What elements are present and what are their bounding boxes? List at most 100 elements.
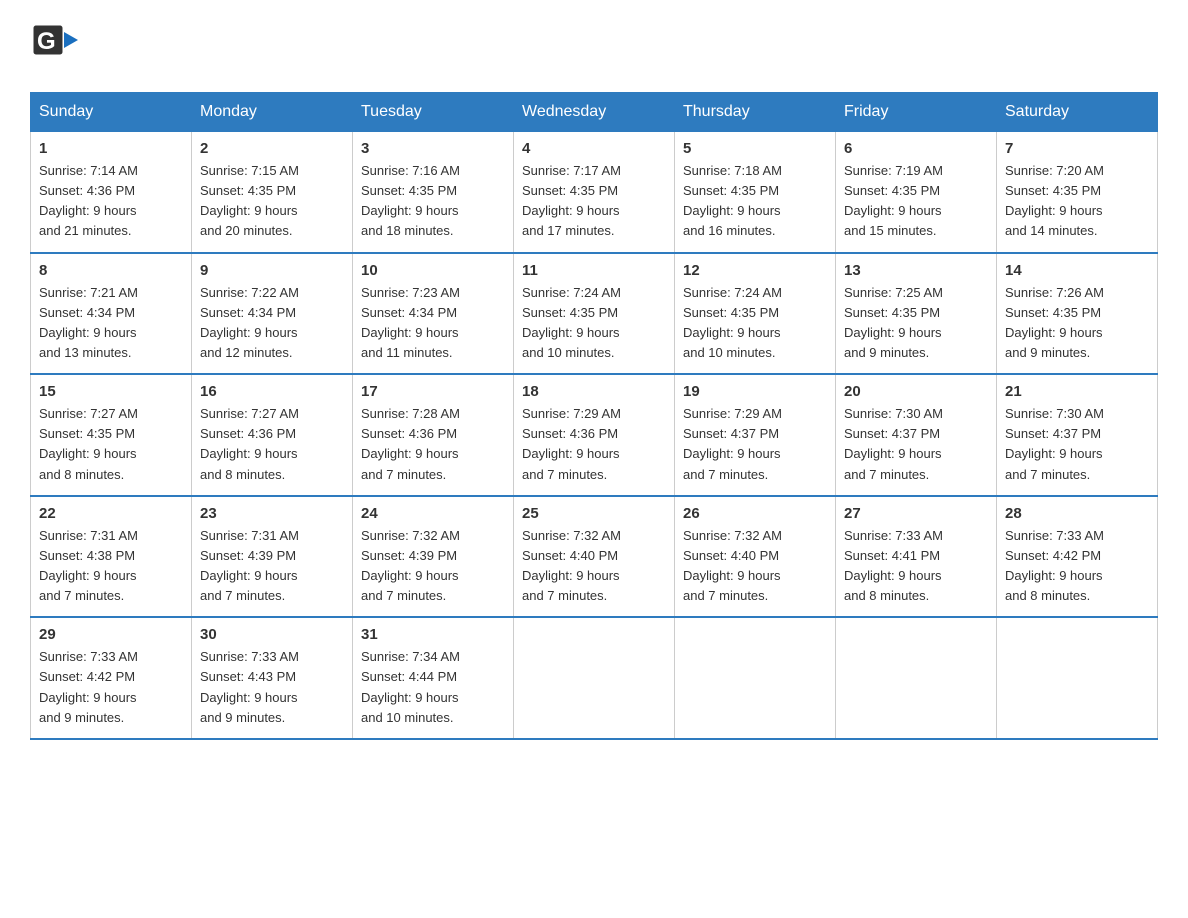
day-number: 17 xyxy=(361,383,505,400)
sun-info: Sunrise: 7:20 AM Sunset: 4:35 PM Dayligh… xyxy=(1005,161,1149,242)
calendar-day-cell: 13 Sunrise: 7:25 AM Sunset: 4:35 PM Dayl… xyxy=(836,253,997,375)
day-number: 13 xyxy=(844,262,988,279)
calendar-day-cell: 16 Sunrise: 7:27 AM Sunset: 4:36 PM Dayl… xyxy=(192,374,353,496)
calendar-day-cell: 27 Sunrise: 7:33 AM Sunset: 4:41 PM Dayl… xyxy=(836,496,997,618)
sun-info: Sunrise: 7:17 AM Sunset: 4:35 PM Dayligh… xyxy=(522,161,666,242)
sun-info: Sunrise: 7:31 AM Sunset: 4:38 PM Dayligh… xyxy=(39,526,183,607)
svg-text:G: G xyxy=(37,28,56,55)
sun-info: Sunrise: 7:31 AM Sunset: 4:39 PM Dayligh… xyxy=(200,526,344,607)
calendar-day-cell: 26 Sunrise: 7:32 AM Sunset: 4:40 PM Dayl… xyxy=(675,496,836,618)
sun-info: Sunrise: 7:28 AM Sunset: 4:36 PM Dayligh… xyxy=(361,404,505,485)
calendar-week-row: 22 Sunrise: 7:31 AM Sunset: 4:38 PM Dayl… xyxy=(31,496,1158,618)
sun-info: Sunrise: 7:30 AM Sunset: 4:37 PM Dayligh… xyxy=(1005,404,1149,485)
calendar-day-cell: 10 Sunrise: 7:23 AM Sunset: 4:34 PM Dayl… xyxy=(353,253,514,375)
weekday-header-sunday: Sunday xyxy=(31,93,192,132)
calendar-day-cell: 24 Sunrise: 7:32 AM Sunset: 4:39 PM Dayl… xyxy=(353,496,514,618)
day-number: 23 xyxy=(200,505,344,522)
calendar-day-cell: 9 Sunrise: 7:22 AM Sunset: 4:34 PM Dayli… xyxy=(192,253,353,375)
calendar-day-cell xyxy=(675,617,836,739)
calendar-day-cell: 4 Sunrise: 7:17 AM Sunset: 4:35 PM Dayli… xyxy=(514,132,675,253)
sun-info: Sunrise: 7:33 AM Sunset: 4:43 PM Dayligh… xyxy=(200,647,344,728)
logo-icon: G xyxy=(30,20,84,74)
day-number: 9 xyxy=(200,262,344,279)
calendar-week-row: 29 Sunrise: 7:33 AM Sunset: 4:42 PM Dayl… xyxy=(31,617,1158,739)
calendar-day-cell: 21 Sunrise: 7:30 AM Sunset: 4:37 PM Dayl… xyxy=(997,374,1158,496)
calendar-day-cell: 18 Sunrise: 7:29 AM Sunset: 4:36 PM Dayl… xyxy=(514,374,675,496)
day-number: 27 xyxy=(844,505,988,522)
calendar-day-cell: 6 Sunrise: 7:19 AM Sunset: 4:35 PM Dayli… xyxy=(836,132,997,253)
sun-info: Sunrise: 7:34 AM Sunset: 4:44 PM Dayligh… xyxy=(361,647,505,728)
weekday-header-monday: Monday xyxy=(192,93,353,132)
sun-info: Sunrise: 7:16 AM Sunset: 4:35 PM Dayligh… xyxy=(361,161,505,242)
day-number: 29 xyxy=(39,626,183,643)
sun-info: Sunrise: 7:24 AM Sunset: 4:35 PM Dayligh… xyxy=(522,283,666,364)
day-number: 24 xyxy=(361,505,505,522)
sun-info: Sunrise: 7:33 AM Sunset: 4:42 PM Dayligh… xyxy=(39,647,183,728)
day-number: 28 xyxy=(1005,505,1149,522)
sun-info: Sunrise: 7:33 AM Sunset: 4:42 PM Dayligh… xyxy=(1005,526,1149,607)
page-header: G xyxy=(30,20,1158,74)
day-number: 14 xyxy=(1005,262,1149,279)
sun-info: Sunrise: 7:30 AM Sunset: 4:37 PM Dayligh… xyxy=(844,404,988,485)
calendar-day-cell: 20 Sunrise: 7:30 AM Sunset: 4:37 PM Dayl… xyxy=(836,374,997,496)
sun-info: Sunrise: 7:24 AM Sunset: 4:35 PM Dayligh… xyxy=(683,283,827,364)
calendar-day-cell: 1 Sunrise: 7:14 AM Sunset: 4:36 PM Dayli… xyxy=(31,132,192,253)
day-number: 5 xyxy=(683,140,827,157)
calendar-table: SundayMondayTuesdayWednesdayThursdayFrid… xyxy=(30,92,1158,740)
calendar-day-cell: 15 Sunrise: 7:27 AM Sunset: 4:35 PM Dayl… xyxy=(31,374,192,496)
calendar-day-cell: 14 Sunrise: 7:26 AM Sunset: 4:35 PM Dayl… xyxy=(997,253,1158,375)
calendar-day-cell: 17 Sunrise: 7:28 AM Sunset: 4:36 PM Dayl… xyxy=(353,374,514,496)
day-number: 21 xyxy=(1005,383,1149,400)
sun-info: Sunrise: 7:33 AM Sunset: 4:41 PM Dayligh… xyxy=(844,526,988,607)
day-number: 12 xyxy=(683,262,827,279)
weekday-header-tuesday: Tuesday xyxy=(353,93,514,132)
calendar-week-row: 15 Sunrise: 7:27 AM Sunset: 4:35 PM Dayl… xyxy=(31,374,1158,496)
logo-area: G xyxy=(30,20,84,74)
day-number: 3 xyxy=(361,140,505,157)
calendar-day-cell: 3 Sunrise: 7:16 AM Sunset: 4:35 PM Dayli… xyxy=(353,132,514,253)
weekday-header-thursday: Thursday xyxy=(675,93,836,132)
sun-info: Sunrise: 7:23 AM Sunset: 4:34 PM Dayligh… xyxy=(361,283,505,364)
calendar-day-cell: 30 Sunrise: 7:33 AM Sunset: 4:43 PM Dayl… xyxy=(192,617,353,739)
day-number: 30 xyxy=(200,626,344,643)
weekday-header-row: SundayMondayTuesdayWednesdayThursdayFrid… xyxy=(31,93,1158,132)
day-number: 1 xyxy=(39,140,183,157)
day-number: 6 xyxy=(844,140,988,157)
day-number: 16 xyxy=(200,383,344,400)
calendar-day-cell: 5 Sunrise: 7:18 AM Sunset: 4:35 PM Dayli… xyxy=(675,132,836,253)
day-number: 11 xyxy=(522,262,666,279)
calendar-day-cell: 8 Sunrise: 7:21 AM Sunset: 4:34 PM Dayli… xyxy=(31,253,192,375)
calendar-week-row: 1 Sunrise: 7:14 AM Sunset: 4:36 PM Dayli… xyxy=(31,132,1158,253)
day-number: 22 xyxy=(39,505,183,522)
calendar-day-cell: 7 Sunrise: 7:20 AM Sunset: 4:35 PM Dayli… xyxy=(997,132,1158,253)
sun-info: Sunrise: 7:22 AM Sunset: 4:34 PM Dayligh… xyxy=(200,283,344,364)
calendar-day-cell: 12 Sunrise: 7:24 AM Sunset: 4:35 PM Dayl… xyxy=(675,253,836,375)
weekday-header-saturday: Saturday xyxy=(997,93,1158,132)
sun-info: Sunrise: 7:32 AM Sunset: 4:40 PM Dayligh… xyxy=(683,526,827,607)
sun-info: Sunrise: 7:15 AM Sunset: 4:35 PM Dayligh… xyxy=(200,161,344,242)
day-number: 19 xyxy=(683,383,827,400)
calendar-day-cell xyxy=(997,617,1158,739)
day-number: 31 xyxy=(361,626,505,643)
sun-info: Sunrise: 7:27 AM Sunset: 4:35 PM Dayligh… xyxy=(39,404,183,485)
sun-info: Sunrise: 7:27 AM Sunset: 4:36 PM Dayligh… xyxy=(200,404,344,485)
sun-info: Sunrise: 7:29 AM Sunset: 4:37 PM Dayligh… xyxy=(683,404,827,485)
sun-info: Sunrise: 7:25 AM Sunset: 4:35 PM Dayligh… xyxy=(844,283,988,364)
weekday-header-wednesday: Wednesday xyxy=(514,93,675,132)
sun-info: Sunrise: 7:21 AM Sunset: 4:34 PM Dayligh… xyxy=(39,283,183,364)
calendar-day-cell: 11 Sunrise: 7:24 AM Sunset: 4:35 PM Dayl… xyxy=(514,253,675,375)
day-number: 7 xyxy=(1005,140,1149,157)
sun-info: Sunrise: 7:14 AM Sunset: 4:36 PM Dayligh… xyxy=(39,161,183,242)
calendar-week-row: 8 Sunrise: 7:21 AM Sunset: 4:34 PM Dayli… xyxy=(31,253,1158,375)
calendar-day-cell: 19 Sunrise: 7:29 AM Sunset: 4:37 PM Dayl… xyxy=(675,374,836,496)
day-number: 2 xyxy=(200,140,344,157)
weekday-header-friday: Friday xyxy=(836,93,997,132)
sun-info: Sunrise: 7:32 AM Sunset: 4:40 PM Dayligh… xyxy=(522,526,666,607)
day-number: 4 xyxy=(522,140,666,157)
sun-info: Sunrise: 7:18 AM Sunset: 4:35 PM Dayligh… xyxy=(683,161,827,242)
sun-info: Sunrise: 7:19 AM Sunset: 4:35 PM Dayligh… xyxy=(844,161,988,242)
calendar-day-cell: 28 Sunrise: 7:33 AM Sunset: 4:42 PM Dayl… xyxy=(997,496,1158,618)
calendar-day-cell: 29 Sunrise: 7:33 AM Sunset: 4:42 PM Dayl… xyxy=(31,617,192,739)
day-number: 26 xyxy=(683,505,827,522)
calendar-day-cell: 23 Sunrise: 7:31 AM Sunset: 4:39 PM Dayl… xyxy=(192,496,353,618)
